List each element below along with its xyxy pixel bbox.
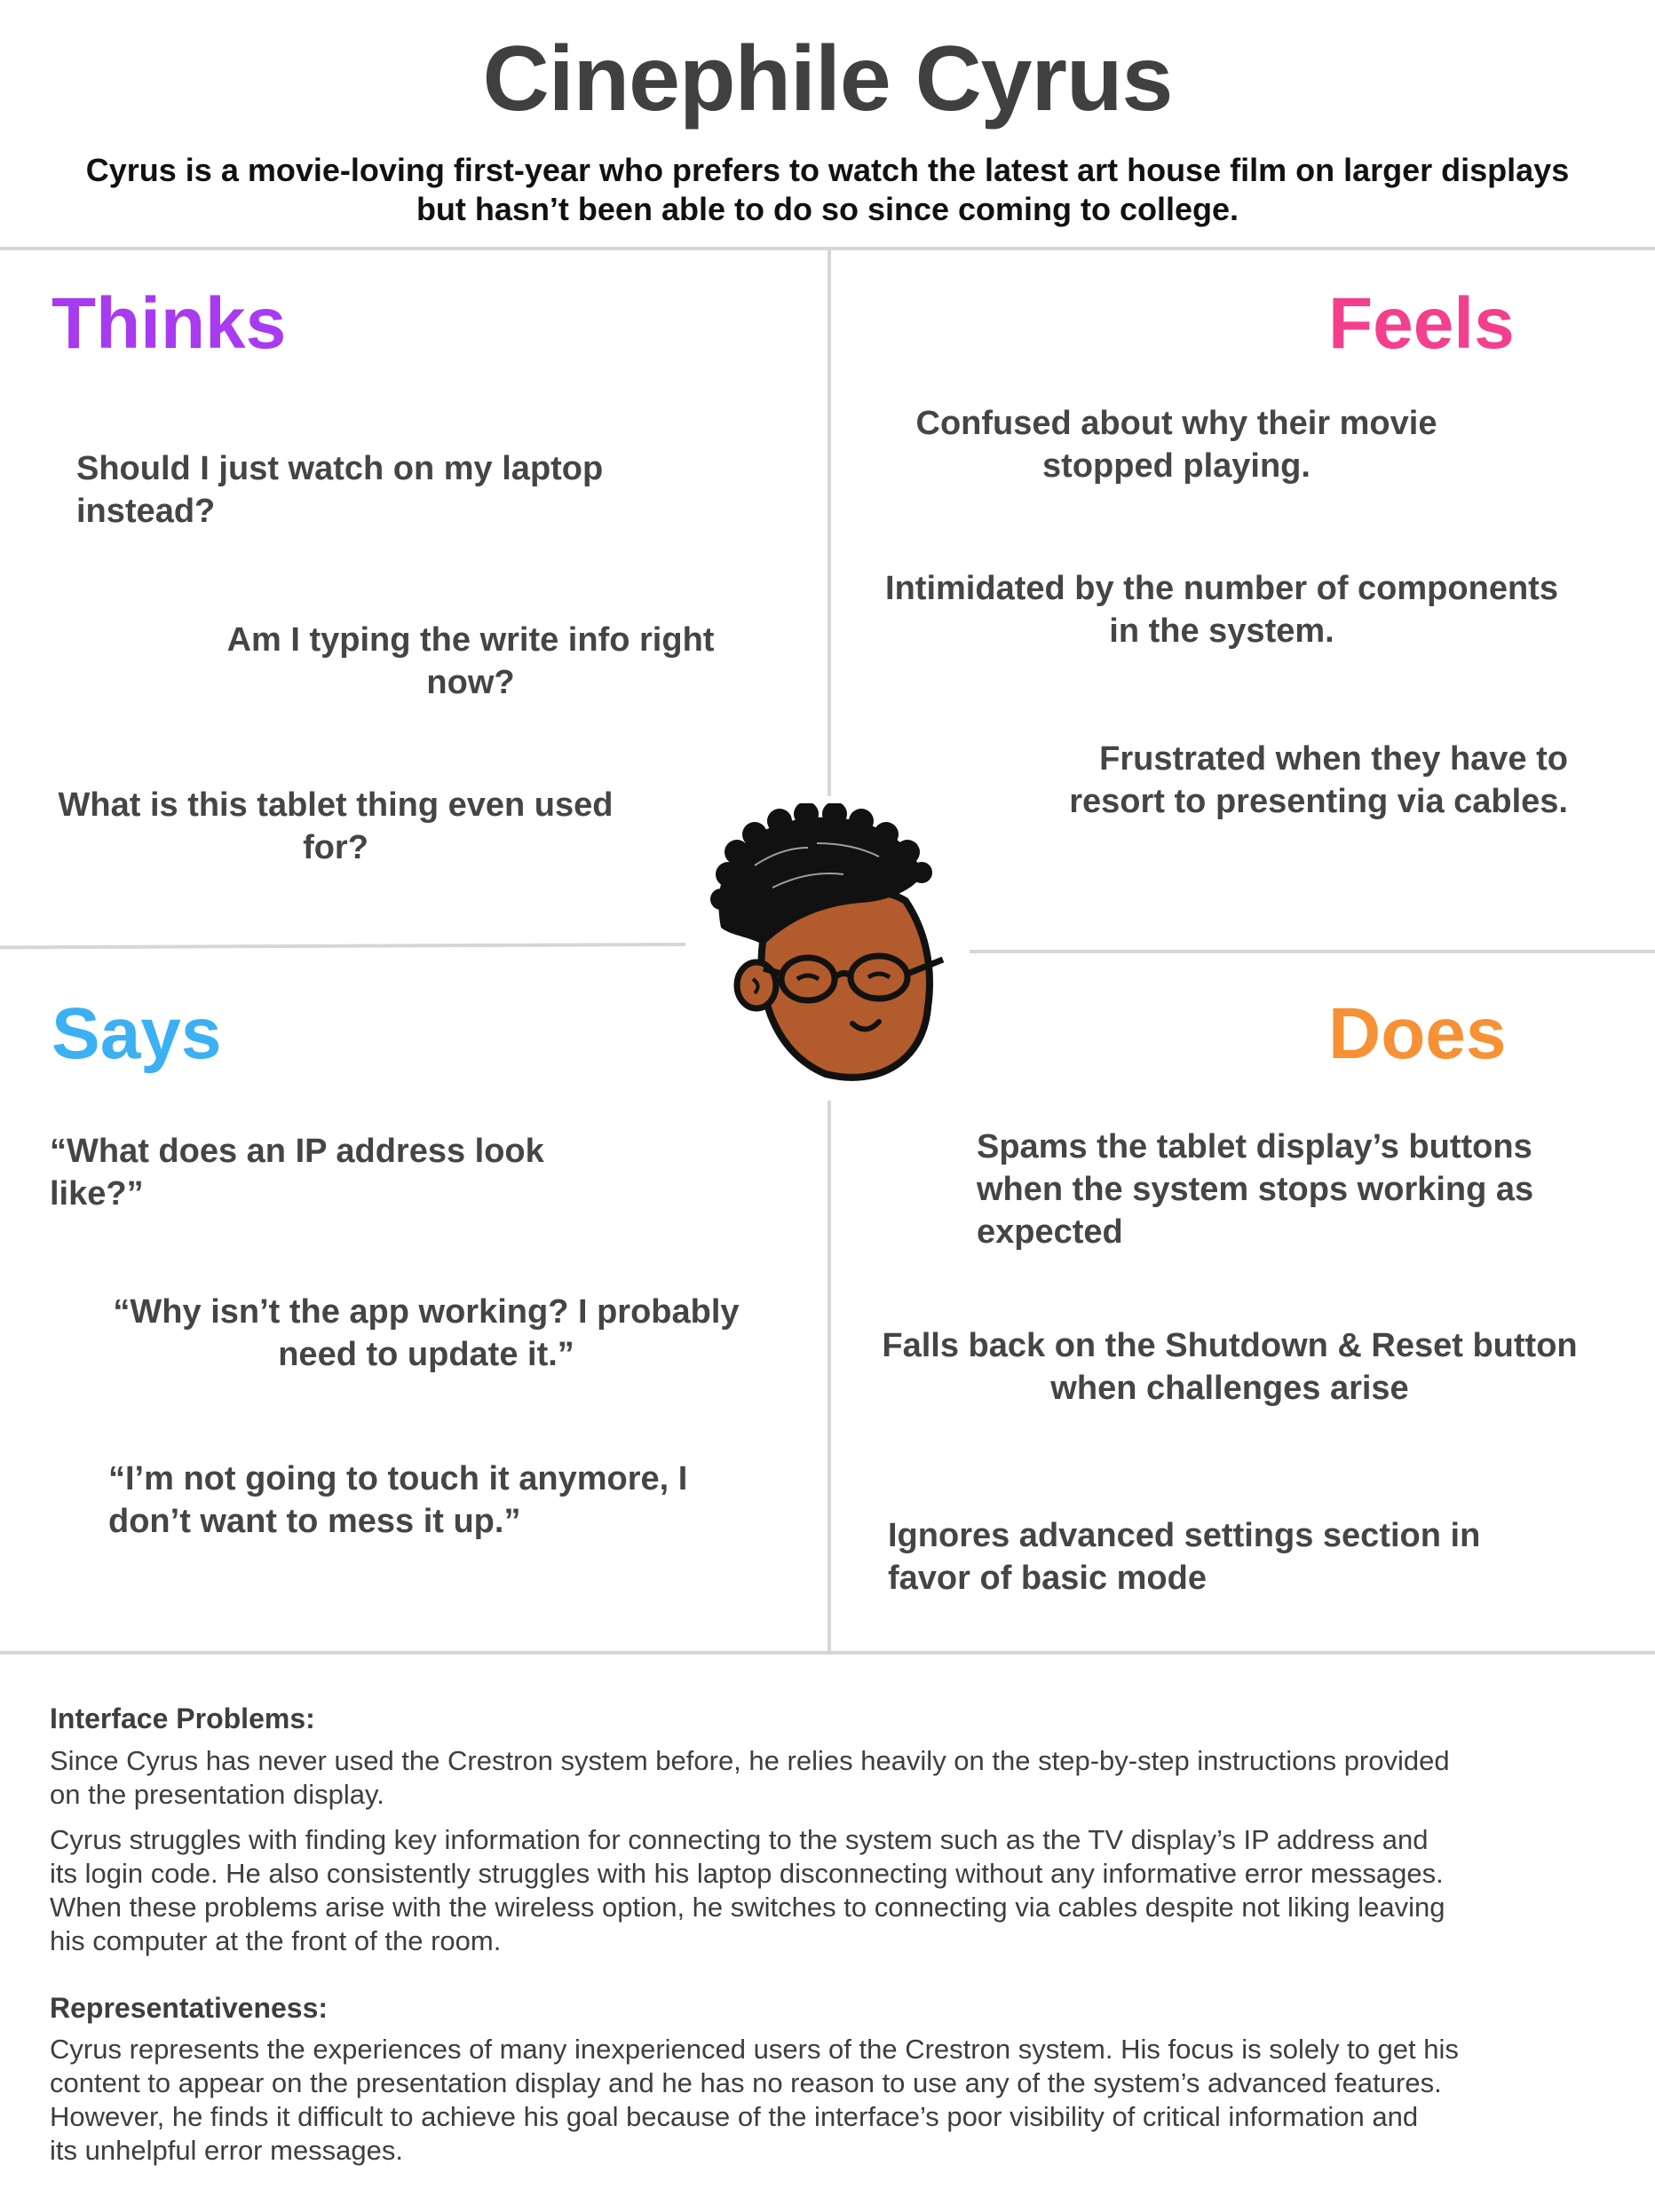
does-note-1: Spams the tablet display’s buttons when … <box>977 1126 1616 1253</box>
does-note-3-line-1: Ignores advanced settings section in <box>888 1517 1481 1554</box>
persona-description-line-1: Cyrus is a movie-loving first-year who p… <box>85 152 1570 188</box>
persona-face-icon <box>710 803 945 1081</box>
thinks-note-1-line-2: instead? <box>76 493 216 530</box>
persona-description-line-2: but hasn’t been able to do so since comi… <box>416 191 1239 227</box>
does-heading: Does <box>1328 993 1507 1074</box>
representativeness-heading: Representativeness: <box>50 1992 329 2024</box>
representativeness-paragraph: Cyrus represents the experiences of many… <box>50 2033 1630 2168</box>
thinks-heading: Thinks <box>51 283 287 364</box>
thinks-note-1-line-1: Should I just watch on my laptop <box>76 450 604 487</box>
interface-problems-p2-line-3: When these problems arise with the wirel… <box>50 1892 1445 1923</box>
does-note-2: Falls back on the Shutdown & Reset butto… <box>852 1324 1607 1410</box>
upper-center-divider <box>828 250 831 796</box>
says-note-3: “I’m not going to touch it anymore, I do… <box>108 1458 783 1543</box>
thinks-note-3-line-2: for? <box>303 829 368 866</box>
thinks-note-2: Am I typing the write info right now? <box>195 619 746 704</box>
says-note-3-line-2: don’t want to mess it up.” <box>108 1503 521 1540</box>
does-note-2-line-2: when challenges arise <box>1050 1370 1409 1407</box>
interface-problems-heading: Interface Problems: <box>50 1702 315 1734</box>
thinks-note-1: Should I just watch on my laptop instead… <box>76 447 751 533</box>
representativeness-line-3: However, he finds it difficult to achiev… <box>50 2101 1419 2132</box>
says-note-3-line-1: “I’m not going to touch it anymore, I <box>108 1460 688 1497</box>
says-note-2-line-1: “Why isn’t the app working? I probably <box>113 1293 740 1331</box>
does-note-2-line-1: Falls back on the Shutdown & Reset butto… <box>882 1327 1578 1364</box>
does-note-3: Ignores advanced settings section in fav… <box>888 1514 1563 1600</box>
feels-note-2: Intimidated by the number of components … <box>840 567 1604 652</box>
representativeness-line-2: content to appear on the presentation di… <box>50 2067 1442 2098</box>
interface-problems-p2-line-2: its login code. He also consistently str… <box>50 1858 1444 1889</box>
feels-note-3-line-2: resort to presenting via cables. <box>1069 783 1568 820</box>
feels-note-1-line-1: Confused about why their movie <box>915 405 1437 442</box>
feels-note-2-line-2: in the system. <box>1109 612 1334 650</box>
does-note-3-line-2: favor of basic mode <box>888 1560 1207 1597</box>
page-title: Cinephile Cyrus <box>482 28 1174 130</box>
interface-problems-p1-line-1: Since Cyrus has never used the Crestron … <box>50 1745 1450 1776</box>
says-note-1-line-1: “What does an IP address look <box>50 1133 544 1170</box>
says-note-2-line-2: need to update it.” <box>278 1336 574 1373</box>
thinks-note-3: What is this tablet thing even used for? <box>18 784 653 869</box>
says-heading: Says <box>51 993 222 1074</box>
feels-note-2-line-1: Intimidated by the number of components <box>885 570 1558 607</box>
lower-center-divider <box>828 1101 831 1653</box>
middle-right-divider <box>970 950 1655 953</box>
persona-description: Cyrus is a movie-loving first-year who p… <box>53 151 1602 229</box>
feels-note-1-line-2: stopped playing. <box>1042 447 1311 485</box>
middle-left-divider <box>0 943 686 950</box>
does-note-1-line-3: expected <box>977 1213 1123 1251</box>
interface-problems-p1-line-2: on the presentation display. <box>50 1779 384 1810</box>
says-note-1: “What does an IP address look like?” <box>50 1130 725 1215</box>
bottom-divider <box>0 1651 1655 1655</box>
thinks-note-2-line-2: now? <box>426 664 515 701</box>
says-note-2: “Why isn’t the app working? I probably n… <box>80 1291 772 1376</box>
says-note-1-line-2: like?” <box>50 1175 144 1213</box>
does-note-1-line-1: Spams the tablet display’s buttons <box>977 1128 1532 1165</box>
feels-note-3-line-1: Frustrated when they have to <box>1099 740 1568 778</box>
interface-problems-p2-line-1: Cyrus struggles with finding key informa… <box>50 1824 1429 1855</box>
representativeness-line-4: its unhelpful error messages. <box>50 2135 404 2166</box>
interface-problems-paragraph-2: Cyrus struggles with finding key informa… <box>50 1823 1630 1958</box>
feels-heading: Feels <box>1328 283 1515 364</box>
representativeness-line-1: Cyrus represents the experiences of many… <box>50 2034 1459 2065</box>
feels-note-1: Confused about why their movie stopped p… <box>852 402 1501 487</box>
interface-problems-p2-line-4: his computer at the front of the room. <box>50 1925 502 1956</box>
does-note-1-line-2: when the system stops working as <box>977 1171 1534 1208</box>
thinks-note-3-line-1: What is this tablet thing even used <box>58 786 614 824</box>
thinks-note-2-line-1: Am I typing the write info right <box>226 621 715 659</box>
interface-problems-paragraph-1: Since Cyrus has never used the Crestron … <box>50 1744 1630 1812</box>
feels-note-3: Frustrated when they have to resort to p… <box>977 738 1568 823</box>
